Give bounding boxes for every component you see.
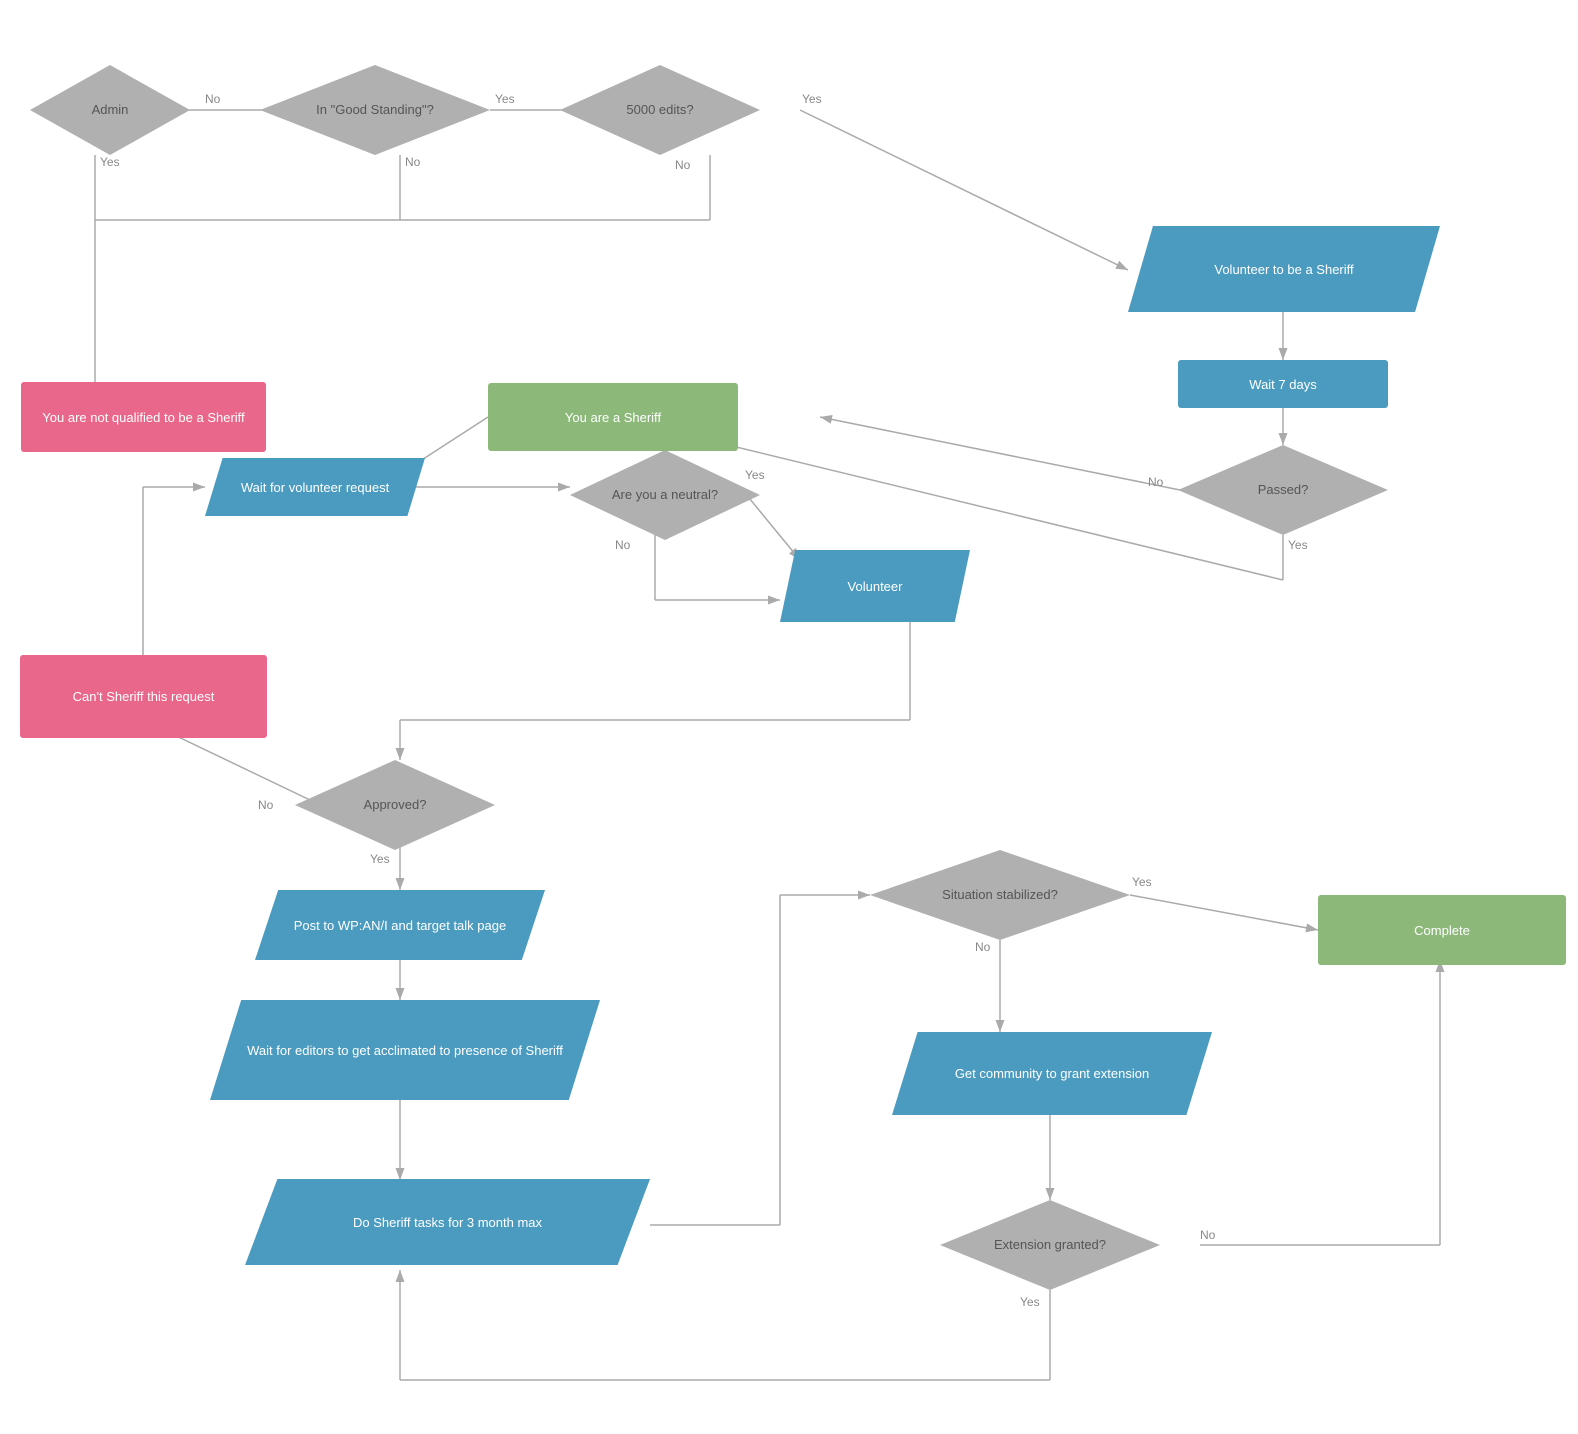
approved-no-label: No: [258, 798, 273, 812]
good-standing-no-label: No: [405, 155, 420, 169]
good-standing-yes-label: Yes: [495, 92, 515, 106]
passed-diamond: Passed?: [1178, 445, 1388, 535]
volunteer2-para: Volunteer: [780, 550, 970, 622]
admin-yes-label: Yes: [100, 155, 120, 169]
edits-no-label: No: [675, 158, 690, 172]
approved-diamond: Approved?: [295, 760, 495, 850]
admin-no-label: No: [205, 92, 220, 106]
edits-diamond: 5000 edits?: [560, 65, 760, 155]
admin-diamond: Admin: [30, 65, 190, 155]
situation-diamond: Situation stabilized?: [870, 850, 1130, 940]
complete-rect: Complete: [1318, 895, 1566, 965]
wait7-rect: Wait 7 days: [1178, 360, 1388, 408]
passed-yes-label: Yes: [1288, 538, 1308, 552]
you-are-sheriff-rect: You are a Sheriff: [488, 383, 738, 451]
good-standing-diamond: In "Good Standing"?: [260, 65, 490, 155]
wait-editors-para: Wait for editors to get acclimated to pr…: [210, 1000, 600, 1100]
extension-no-label: No: [1200, 1228, 1215, 1242]
get-community-para: Get community to grant extension: [892, 1032, 1212, 1115]
passed-no-label: No: [1148, 475, 1163, 489]
situation-no-label: No: [975, 940, 990, 954]
volunteer-sheriff-para: Volunteer to be a Sheriff: [1128, 226, 1440, 312]
neutral-diamond: Are you a neutral?: [570, 450, 760, 540]
approved-yes-label: Yes: [370, 852, 390, 866]
edits-yes-label: Yes: [802, 92, 822, 106]
neutral-yes-label: Yes: [745, 468, 765, 482]
extension-yes-label: Yes: [1020, 1295, 1040, 1309]
flowchart-canvas: Admin In "Good Standing"? 5000 edits? Pa…: [0, 0, 1578, 1434]
wait-volunteer-para: Wait for volunteer request: [205, 458, 425, 516]
extension-diamond: Extension granted?: [940, 1200, 1160, 1290]
not-qualified-rect: You are not qualified to be a Sheriff: [21, 382, 266, 452]
situation-yes-label: Yes: [1132, 875, 1152, 889]
do-tasks-para: Do Sheriff tasks for 3 month max: [245, 1179, 650, 1265]
neutral-no-label: No: [615, 538, 630, 552]
cant-sheriff-rect: Can't Sheriff this request: [20, 655, 267, 738]
post-para: Post to WP:AN/I and target talk page: [255, 890, 545, 960]
